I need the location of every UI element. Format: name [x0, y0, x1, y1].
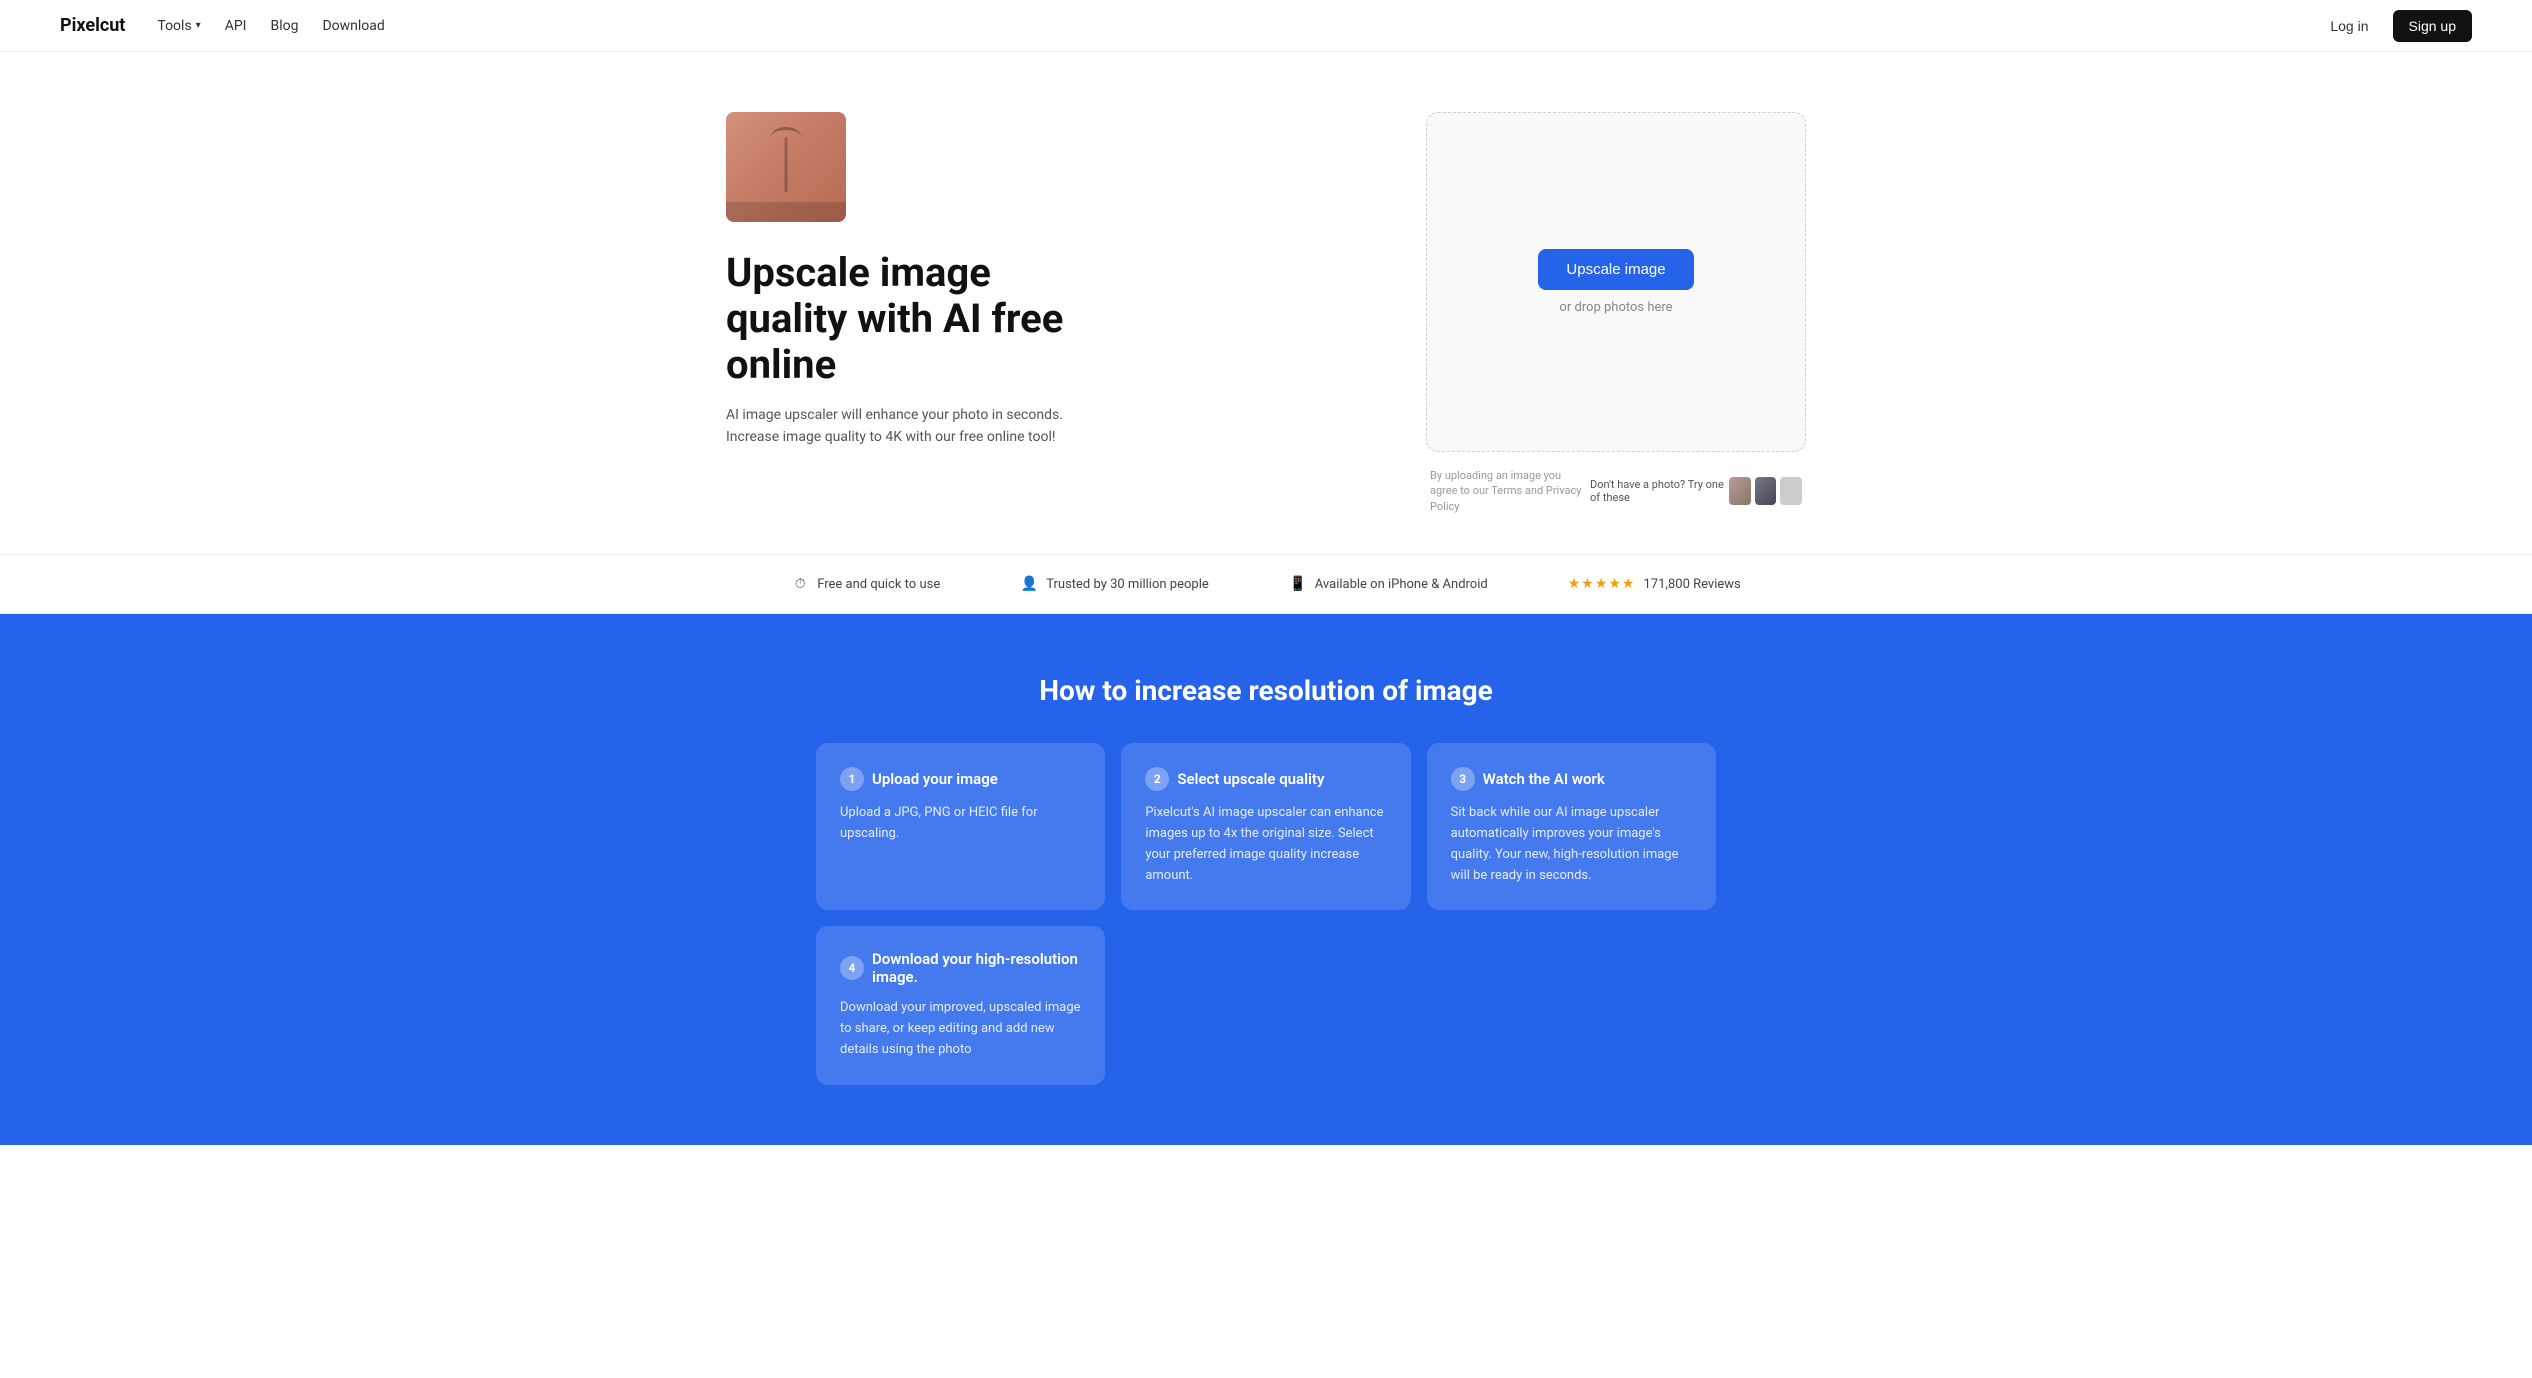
howto-card-1-header: 1 Upload your image: [840, 767, 1081, 791]
hero-description: AI image upscaler will enhance your phot…: [726, 404, 1106, 449]
chevron-down-icon: ▾: [196, 20, 201, 31]
howto-card-3: 3 Watch the AI work Sit back while our A…: [1427, 743, 1716, 910]
nav-tools[interactable]: Tools ▾: [157, 18, 200, 34]
trust-mobile-text: Available on iPhone & Android: [1315, 577, 1488, 592]
step-4-circle: 4: [840, 956, 864, 980]
navbar-left: Pixelcut Tools ▾ API Blog Download: [60, 15, 385, 36]
upscale-image-button[interactable]: Upscale image: [1538, 249, 1693, 290]
trust-users-text: Trusted by 30 million people: [1046, 577, 1209, 592]
upload-dropzone[interactable]: Upscale image or drop photos here: [1426, 112, 1806, 452]
sample-thumb-1[interactable]: [1729, 477, 1751, 505]
login-button[interactable]: Log in: [2318, 12, 2380, 40]
upload-meta: By uploading an image you agree to our T…: [1426, 460, 1806, 514]
step-3-circle: 3: [1451, 767, 1475, 791]
sample-thumb-2[interactable]: [1755, 477, 1777, 505]
howto-card-4-header: 4 Download your high-resolution image.: [840, 950, 1081, 986]
users-icon: 👤: [1020, 575, 1038, 593]
navbar-links: Tools ▾ API Blog Download: [157, 18, 384, 34]
hero-section: Upscale image quality with AI free onlin…: [666, 52, 1866, 554]
navbar: Pixelcut Tools ▾ API Blog Download Log i…: [0, 0, 2532, 52]
howto-card-3-desc: Sit back while our AI image upscaler aut…: [1451, 803, 1692, 886]
howto-card-2-header: 2 Select upscale quality: [1145, 767, 1386, 791]
howto-card-1-desc: Upload a JPG, PNG or HEIC file for upsca…: [840, 803, 1081, 845]
trust-free-text: Free and quick to use: [817, 577, 940, 592]
howto-title: How to increase resolution of image: [60, 674, 2472, 707]
logo[interactable]: Pixelcut: [60, 15, 125, 36]
hero-jacket-image: [726, 112, 846, 222]
step-2-circle: 2: [1145, 767, 1169, 791]
howto-cards-row2: 4 Download your high-resolution image. D…: [816, 926, 1716, 1084]
trust-reviews: ★★★★★ 171,800 Reviews: [1568, 576, 1741, 592]
howto-cards: 1 Upload your image Upload a JPG, PNG or…: [816, 743, 1716, 910]
upload-terms-text: By uploading an image you agree to our T…: [1430, 468, 1590, 514]
sample-photos: Don't have a photo? Try one of these: [1590, 477, 1802, 505]
trust-free: ⏱ Free and quick to use: [791, 575, 940, 593]
free-icon: ⏱: [791, 575, 809, 593]
howto-card-1: 1 Upload your image Upload a JPG, PNG or…: [816, 743, 1105, 910]
mobile-icon: 📱: [1289, 575, 1307, 593]
howto-card-2-title: Select upscale quality: [1177, 770, 1324, 788]
hero-title: Upscale image quality with AI free onlin…: [726, 250, 1106, 388]
reviews-count: 171,800 Reviews: [1643, 577, 1740, 592]
nav-download[interactable]: Download: [322, 18, 384, 34]
sample-thumb-3[interactable]: [1780, 477, 1802, 505]
howto-card-4-desc: Download your improved, upscaled image t…: [840, 998, 1081, 1060]
nav-api[interactable]: API: [225, 18, 247, 34]
step-1-circle: 1: [840, 767, 864, 791]
howto-card-4-title: Download your high-resolution image.: [872, 950, 1081, 986]
hero-right: Upscale image or drop photos here By upl…: [1426, 112, 1806, 514]
drop-text: or drop photos here: [1559, 300, 1672, 315]
jacket-zipper-decoration: [785, 137, 788, 192]
trust-bar: ⏱ Free and quick to use 👤 Trusted by 30 …: [0, 554, 2532, 614]
signup-button[interactable]: Sign up: [2393, 10, 2472, 42]
trust-users: 👤 Trusted by 30 million people: [1020, 575, 1209, 593]
howto-card-3-header: 3 Watch the AI work: [1451, 767, 1692, 791]
howto-card-2: 2 Select upscale quality Pixelcut's AI i…: [1121, 743, 1410, 910]
navbar-right: Log in Sign up: [2318, 10, 2472, 42]
howto-card-1-title: Upload your image: [872, 770, 998, 788]
trust-mobile: 📱 Available on iPhone & Android: [1289, 575, 1488, 593]
howto-card-2-desc: Pixelcut's AI image upscaler can enhance…: [1145, 803, 1386, 886]
howto-card-3-title: Watch the AI work: [1483, 770, 1605, 788]
samples-label: Don't have a photo? Try one of these: [1590, 478, 1725, 504]
stars-icon: ★★★★★: [1568, 576, 1636, 592]
howto-section: How to increase resolution of image 1 Up…: [0, 614, 2532, 1145]
hero-left: Upscale image quality with AI free onlin…: [726, 112, 1106, 449]
nav-blog[interactable]: Blog: [270, 18, 298, 34]
howto-card-4: 4 Download your high-resolution image. D…: [816, 926, 1105, 1084]
